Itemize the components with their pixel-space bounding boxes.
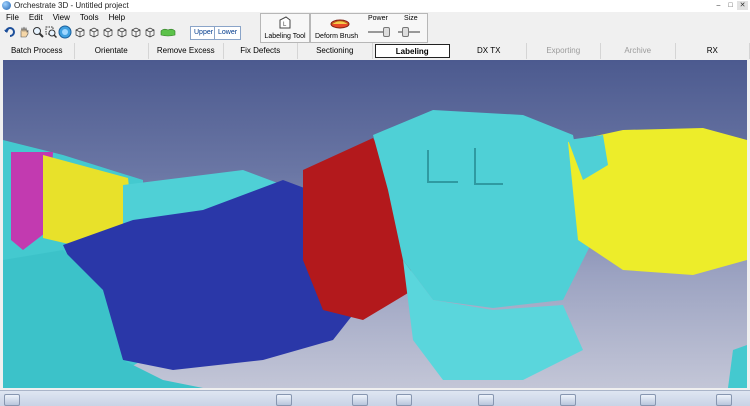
- dental-model[interactable]: [3, 60, 747, 388]
- 3d-viewport[interactable]: [3, 60, 747, 388]
- taskbar: [0, 390, 750, 406]
- taskbar-app-icon[interactable]: [276, 394, 292, 406]
- labeling-tool-button[interactable]: L Labeling Tool: [260, 13, 310, 43]
- model-segment-teal-corner: [728, 345, 747, 388]
- window-title: Orchestrate 3D - Untitled project: [14, 1, 129, 10]
- menu-file[interactable]: File: [6, 12, 19, 24]
- view-cube-bottom-icon[interactable]: [144, 26, 156, 38]
- view-cube-front-icon[interactable]: [74, 26, 86, 38]
- tab-sectioning[interactable]: Sectioning: [298, 43, 373, 59]
- tab-fix-defects[interactable]: Fix Defects: [224, 43, 299, 59]
- app-logo-icon: [2, 1, 11, 10]
- power-label: Power: [368, 15, 388, 22]
- tab-rx[interactable]: RX: [676, 43, 750, 59]
- labeling-tool-label: Labeling Tool: [261, 33, 309, 40]
- size-label: Size: [404, 15, 418, 22]
- tab-exporting: Exporting: [527, 43, 602, 59]
- close-button[interactable]: ✕: [737, 1, 748, 10]
- tab-labeling[interactable]: Labeling: [375, 44, 451, 58]
- tab-archive: Archive: [601, 43, 676, 59]
- menu-view[interactable]: View: [53, 12, 70, 24]
- tab-remove-excess[interactable]: Remove Excess: [149, 43, 224, 59]
- deform-brush-label: Deform Brush: [315, 33, 358, 40]
- view-cube-top-icon[interactable]: [130, 26, 142, 38]
- tab-orientate[interactable]: Orientate: [75, 43, 150, 59]
- zoom-icon[interactable]: [32, 26, 44, 38]
- menu-edit[interactable]: Edit: [29, 12, 43, 24]
- tab-dx-tx[interactable]: DX TX: [452, 43, 527, 59]
- taskbar-app-icon[interactable]: [478, 394, 494, 406]
- taskbar-app-icon[interactable]: [640, 394, 656, 406]
- labeling-tool-icon: L: [277, 15, 293, 31]
- workflow-tabs: Batch Process Orientate Remove Excess Fi…: [0, 43, 750, 59]
- taskbar-app-icon[interactable]: [4, 394, 20, 406]
- maximize-button[interactable]: □: [725, 1, 736, 10]
- undo-icon[interactable]: [4, 26, 16, 38]
- taskbar-app-icon[interactable]: [560, 394, 576, 406]
- power-slider-knob[interactable]: [383, 27, 390, 37]
- menu-bar: File Edit View Tools Help: [0, 12, 125, 24]
- title-bar: Orchestrate 3D - Untitled project – □ ✕: [0, 0, 750, 12]
- rotate-view-icon[interactable]: [58, 25, 72, 39]
- model-color-icon[interactable]: [160, 26, 176, 38]
- deform-brush-group: Deform Brush Power Size: [310, 13, 428, 43]
- view-cube-back-icon[interactable]: [88, 26, 100, 38]
- minimize-button[interactable]: –: [713, 1, 724, 10]
- view-cube-left-icon[interactable]: [102, 26, 114, 38]
- zoom-window-icon[interactable]: [45, 26, 57, 38]
- pan-hand-icon[interactable]: [18, 26, 30, 38]
- taskbar-app-icon[interactable]: [716, 394, 732, 406]
- menu-tools[interactable]: Tools: [80, 12, 99, 24]
- size-slider-knob[interactable]: [402, 27, 409, 37]
- lower-toggle[interactable]: Lower: [214, 26, 241, 40]
- view-cube-right-icon[interactable]: [116, 26, 128, 38]
- taskbar-app-icon[interactable]: [396, 394, 412, 406]
- tab-batch-process[interactable]: Batch Process: [0, 43, 75, 59]
- deform-brush-icon[interactable]: [329, 16, 351, 30]
- menu-help[interactable]: Help: [109, 12, 125, 24]
- taskbar-app-icon[interactable]: [352, 394, 368, 406]
- window-controls: – □ ✕: [713, 1, 748, 10]
